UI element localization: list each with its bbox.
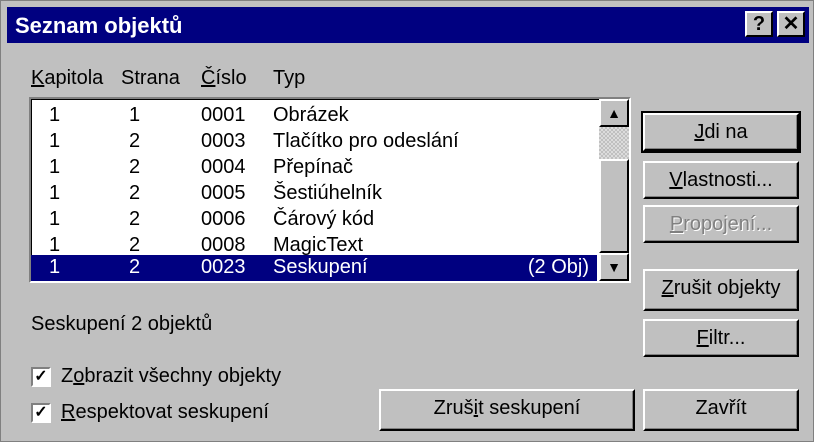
table-row[interactable]: 1 2 0004 Přepínač xyxy=(31,155,597,181)
lbl-rest: espektovat seskupení xyxy=(75,401,269,423)
cell-kapitola: 1 xyxy=(49,156,61,178)
window-title: Seznam objektů xyxy=(15,13,183,38)
cell-strana: 2 xyxy=(129,130,141,152)
cell-kapitola: 1 xyxy=(49,130,61,152)
properties-button[interactable]: Vlastnosti... xyxy=(643,161,799,199)
cell-kapitola: 1 xyxy=(49,256,61,278)
btn-rest: di na xyxy=(704,121,748,143)
scroll-down-button[interactable]: ▼ xyxy=(599,253,629,281)
cell-kapitola: 1 xyxy=(49,234,61,256)
btn-part: Zruš xyxy=(433,397,474,419)
lbl-hotkey: R xyxy=(61,401,76,423)
respect-grouping-label[interactable]: Respektovat seskupení xyxy=(61,401,269,424)
cell-typ: Tlačítko pro odeslání xyxy=(273,130,459,152)
checkmark-icon: ✓ xyxy=(34,368,48,385)
cell-kapitola: 1 xyxy=(49,208,61,230)
cell-cislo: 0004 xyxy=(201,156,246,178)
lbl-rest: brazit všechny objekty xyxy=(84,365,282,387)
cell-cislo: 0005 xyxy=(201,182,246,204)
cell-strana: 2 xyxy=(129,234,141,256)
cell-strana: 2 xyxy=(129,156,141,178)
respect-grouping-checkbox[interactable]: ✓ xyxy=(31,403,51,423)
title-bar[interactable]: Seznam objektů ? ✕ xyxy=(7,7,809,43)
table-row[interactable]: 1 2 0006 Čárový kód xyxy=(31,207,597,233)
show-all-label[interactable]: Zobrazit všechny objekty xyxy=(61,365,281,388)
group-status-text: Seskupení 2 objektů xyxy=(31,313,213,335)
cell-typ: Čárový kód xyxy=(273,208,375,230)
col-rest: íslo xyxy=(215,67,247,89)
arrow-up-icon: ▲ xyxy=(607,105,621,121)
btn-hotkey: J xyxy=(694,121,705,143)
table-row[interactable]: 1 2 0003 Tlačítko pro odeslání xyxy=(31,129,597,155)
cell-typ: Šestiúhelník xyxy=(273,182,382,204)
btn-rest: ropojení... xyxy=(683,213,773,235)
btn-rest: rušit objekty xyxy=(673,277,781,299)
links-button[interactable]: Propojení... xyxy=(643,205,799,243)
vertical-scrollbar[interactable]: ▲ ▼ xyxy=(599,99,629,281)
scroll-up-button[interactable]: ▲ xyxy=(599,99,629,127)
cell-strana: 2 xyxy=(129,182,141,204)
cell-typ: Obrázek xyxy=(273,104,349,126)
column-header-kapitola[interactable]: Kapitola xyxy=(31,67,103,90)
btn-rest: t seskupení xyxy=(478,397,581,419)
col-rest: apitola xyxy=(44,67,104,89)
column-header-strana[interactable]: Strana xyxy=(121,67,180,90)
cell-typ: Přepínač xyxy=(273,156,354,178)
btn-hotkey: V xyxy=(669,169,683,191)
table-row[interactable]: 1 2 0005 Šestiúhelník xyxy=(31,181,597,207)
cell-cislo: 0001 xyxy=(201,104,246,126)
cell-typ: MagicText xyxy=(273,234,364,256)
go-to-button[interactable]: Jdi na xyxy=(641,111,801,153)
show-all-checkbox[interactable]: ✓ xyxy=(31,367,51,387)
col-hotkey: K xyxy=(31,67,45,89)
btn-hotkey: P xyxy=(669,213,684,235)
lbl-hotkey: o xyxy=(73,365,85,387)
cell-kapitola: 1 xyxy=(49,182,61,204)
btn-rest: iltr... xyxy=(708,327,746,349)
column-header-typ[interactable]: Typ xyxy=(273,67,305,90)
checkmark-icon: ✓ xyxy=(34,404,48,421)
btn-hotkey: F xyxy=(696,327,709,349)
help-button[interactable]: ? xyxy=(745,11,773,37)
table-row-selected[interactable]: 1 2 0023 Seskupení (2 Obj) xyxy=(31,255,597,281)
cell-cislo: 0008 xyxy=(201,234,246,256)
close-button[interactable]: ✕ xyxy=(777,11,805,37)
table-row[interactable]: 1 1 0001 Obrázek xyxy=(31,103,597,129)
cell-strana: 2 xyxy=(129,256,141,278)
column-header-cislo[interactable]: Číslo xyxy=(201,67,247,90)
cell-cislo: 0023 xyxy=(201,256,246,278)
cell-strana: 2 xyxy=(129,208,141,230)
arrow-down-icon: ▼ xyxy=(607,259,621,275)
object-list-dialog: Seznam objektů ? ✕ Kapitola Strana Číslo… xyxy=(0,0,814,442)
btn-hotkey: Z xyxy=(661,277,674,299)
cell-typ: Seskupení xyxy=(273,256,368,278)
cell-strana: 1 xyxy=(129,104,141,126)
delete-objects-button[interactable]: Zrušit objekty xyxy=(643,269,799,311)
cell-cislo: 0006 xyxy=(201,208,246,230)
close-dialog-button[interactable]: Zavřít xyxy=(643,389,799,431)
filter-button[interactable]: Filtr... xyxy=(643,319,799,357)
btn-rest: lastnosti... xyxy=(682,169,773,191)
cell-cislo: 0003 xyxy=(201,130,246,152)
lbl-part: Z xyxy=(61,365,74,387)
ungroup-button[interactable]: Zrušit seskupení xyxy=(379,389,635,431)
col-hotkey: Č xyxy=(201,67,216,89)
object-list[interactable]: 1 1 0001 Obrázek 1 2 0003 Tlačítko pro o… xyxy=(29,97,631,283)
scroll-thumb[interactable] xyxy=(599,159,629,253)
cell-kapitola: 1 xyxy=(49,104,61,126)
cell-object-count: (2 Obj) xyxy=(527,256,589,278)
